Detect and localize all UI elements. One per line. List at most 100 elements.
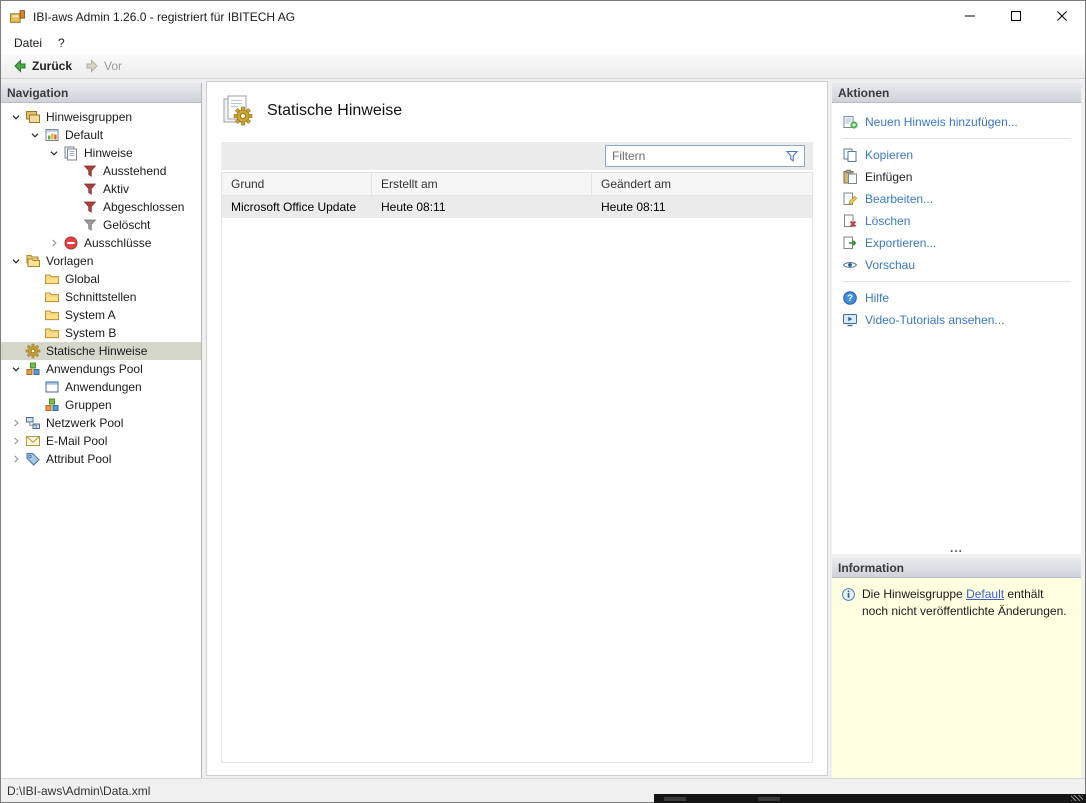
chevron-right-icon[interactable] (9, 452, 23, 466)
column-header-erstellt-am[interactable]: Erstellt am (372, 173, 592, 195)
tree-item-e-mail-pool[interactable]: E-Mail Pool (1, 432, 201, 450)
chevron-down-icon[interactable] (9, 110, 23, 124)
action-label: Exportieren... (865, 236, 937, 250)
tree-item-geloscht[interactable]: Gelöscht (1, 216, 201, 234)
maximize-button[interactable] (993, 1, 1039, 32)
tree-item-attribut-pool[interactable]: Attribut Pool (1, 450, 201, 468)
tree-item-label: Netzwerk Pool (46, 416, 124, 430)
svg-text:?: ? (847, 293, 853, 304)
chevron-placeholder (28, 398, 42, 412)
tree-item-gruppen[interactable]: Gruppen (1, 396, 201, 414)
folder-icon (44, 307, 60, 323)
tree-item-hinweisgruppen[interactable]: Hinweisgruppen (1, 108, 201, 126)
action-vorschau[interactable]: Vorschau (838, 254, 1081, 276)
table-cell: Heute 08:11 (381, 200, 446, 214)
action-einfugen: Einfügen (838, 166, 1081, 188)
table-cell: Heute 08:11 (601, 200, 666, 214)
actions-overflow-button[interactable]: ... (832, 542, 1081, 554)
column-header-geandert-am[interactable]: Geändert am (592, 173, 812, 195)
action-neuen-hinweis-hinzufugen[interactable]: Neuen Hinweis hinzufügen... (838, 111, 1081, 133)
chevron-down-icon[interactable] (28, 128, 42, 142)
action-bearbeiten[interactable]: Bearbeiten... (838, 188, 1081, 210)
tree-item-statische-hinweise[interactable]: Statische Hinweise (1, 342, 201, 360)
action-hilfe[interactable]: ? Hilfe (838, 287, 1081, 309)
tree-item-label: Ausstehend (103, 164, 167, 178)
table-cell: Microsoft Office Update (231, 200, 357, 214)
actions-panel: Aktionen Neuen Hinweis hinzufügen... Kopi… (832, 83, 1081, 554)
hints-icon (63, 145, 79, 161)
chevron-down-icon[interactable] (9, 362, 23, 376)
gear-icon (25, 343, 41, 359)
chevron-placeholder (66, 182, 80, 196)
tree-item-label: Schnittstellen (65, 290, 137, 304)
action-label: Löschen (865, 214, 911, 228)
tree-item-abgeschlossen[interactable]: Abgeschlossen (1, 198, 201, 216)
tree-item-system-b[interactable]: System B (1, 324, 201, 342)
action-label: Vorschau (865, 258, 916, 272)
attribute-icon (25, 451, 41, 467)
column-header-grund[interactable]: Grund (222, 173, 372, 195)
tree-item-default[interactable]: Default (1, 126, 201, 144)
minimize-button[interactable] (947, 1, 993, 32)
chevron-placeholder (28, 308, 42, 322)
action-label: Video-Tutorials ansehen... (865, 313, 1005, 327)
chevron-down-icon[interactable] (9, 254, 23, 268)
navigation-panel: Navigation Hinweisgruppen Default Hinweise… (1, 83, 202, 778)
app-pool-icon (25, 361, 41, 377)
action-label: Einfügen (865, 170, 913, 184)
action-exportieren[interactable]: Exportieren... (838, 232, 1081, 254)
chevron-right-icon[interactable] (47, 236, 61, 250)
tree-item-system-a[interactable]: System A (1, 306, 201, 324)
window-title: IBI-aws Admin 1.26.0 - registriert für I… (33, 9, 296, 24)
cubes-icon (44, 397, 60, 413)
info-icon (841, 587, 856, 602)
menu-item-datei[interactable]: Datei (6, 33, 50, 53)
templates-icon (25, 253, 41, 269)
close-button[interactable] (1039, 1, 1085, 32)
folder-icon (44, 271, 60, 287)
navigation-header: Navigation (1, 83, 201, 103)
chevron-right-icon[interactable] (9, 416, 23, 430)
tree-item-aktiv[interactable]: Aktiv (1, 180, 201, 198)
menu-item-help[interactable]: ? (50, 33, 73, 53)
back-button[interactable]: Zurück (6, 56, 78, 76)
app-logo-icon (9, 8, 26, 25)
actions-list: Neuen Hinweis hinzufügen... Kopieren Einfü… (832, 103, 1081, 331)
table-header-row: Grund Erstellt am Geändert am (222, 173, 812, 196)
chevron-right-icon[interactable] (9, 434, 23, 448)
resize-grip-icon (1071, 795, 1083, 801)
tree-item-ausstehend[interactable]: Ausstehend (1, 162, 201, 180)
filter-done-icon (82, 199, 98, 215)
tree-item-anwendungs-pool[interactable]: Anwendungs Pool (1, 360, 201, 378)
video-icon (842, 312, 858, 328)
hint-groups-icon (25, 109, 41, 125)
tree-item-label: Anwendungen (65, 380, 142, 394)
page-title: Statische Hinweise (267, 102, 403, 119)
action-loschen[interactable]: Löschen (838, 210, 1081, 232)
filter-funnel-icon[interactable] (784, 148, 800, 164)
tree-item-netzwerk-pool[interactable]: Netzwerk Pool (1, 414, 201, 432)
action-kopieren[interactable]: Kopieren (838, 144, 1081, 166)
chevron-placeholder (28, 290, 42, 304)
tree-item-schnittstellen[interactable]: Schnittstellen (1, 288, 201, 306)
filter-input[interactable] (606, 149, 784, 163)
hint-group-icon (44, 127, 60, 143)
tree-item-anwendungen[interactable]: Anwendungen (1, 378, 201, 396)
tree-item-global[interactable]: Global (1, 270, 201, 288)
navigation-tree: Hinweisgruppen Default Hinweise Ausstehend A… (1, 103, 201, 778)
table-row[interactable]: Microsoft Office Update Heute 08:11 Heute … (222, 196, 812, 218)
information-default-link[interactable]: Default (966, 587, 1004, 601)
tree-item-ausschlusse[interactable]: Ausschlüsse (1, 234, 201, 252)
tree-item-hinweise[interactable]: Hinweise (1, 144, 201, 162)
chevron-placeholder (66, 164, 80, 178)
help-icon: ? (842, 290, 858, 306)
static-hints-icon (221, 94, 255, 128)
tree-item-label: Hinweise (84, 146, 133, 160)
tree-item-vorlagen[interactable]: Vorlagen (1, 252, 201, 270)
chevron-placeholder (28, 326, 42, 340)
action-video-tutorials-ansehen[interactable]: Video-Tutorials ansehen... (838, 309, 1081, 331)
main-panel: Statische Hinweise GrundErstellt amGeänd… (206, 81, 828, 776)
chevron-down-icon[interactable] (47, 146, 61, 160)
back-arrow-icon (12, 58, 28, 74)
action-label: Neuen Hinweis hinzufügen... (865, 115, 1018, 129)
